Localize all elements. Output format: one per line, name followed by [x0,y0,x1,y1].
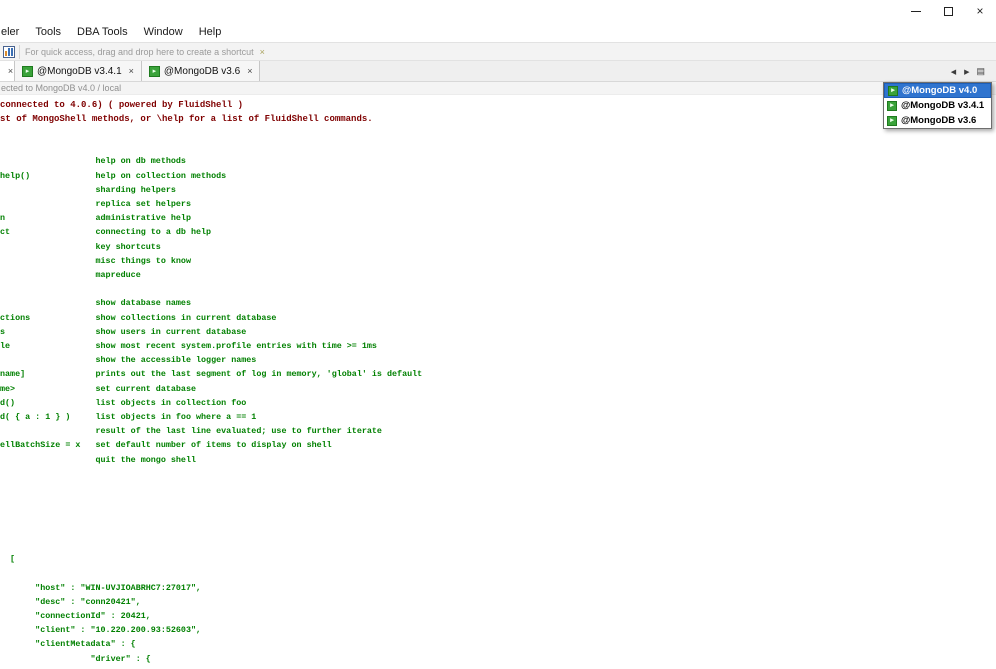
scroll-tabs-left-icon[interactable]: ◀ [947,68,960,76]
shell-banner: connected to 4.0.6) ( powered by FluidSh… [0,100,373,124]
scroll-tabs-right-icon[interactable]: ▶ [960,68,973,76]
shortcut-toolbar: For quick access, drag and drop here to … [0,42,996,61]
tab-close-icon[interactable]: × [247,66,252,76]
tab-list-icon[interactable]: ▤ [973,66,988,77]
dropdown-item-mongodb-v40[interactable]: ▸ @MongoDB v4.0 [884,83,991,98]
tab-selector-dropdown: ▸ @MongoDB v4.0 ▸ @MongoDB v3.4.1 ▸ @Mon… [883,82,992,129]
close-icon: × [976,4,984,18]
shell-output: help on db methods help() help on collec… [0,156,423,668]
app-chart-icon [3,45,15,58]
active-tab-close-icon[interactable]: × [8,66,13,76]
tab-label: @MongoDB v3.4.1 [37,65,122,77]
mongodb-icon: ▸ [887,100,897,111]
toolbar-separator [19,44,20,59]
shell-content[interactable]: ected to MongoDB v4.0 / local connected … [0,82,996,668]
menu-item-window[interactable]: Window [136,22,191,42]
restore-button[interactable] [932,1,964,21]
titlebar: × [0,0,996,22]
tabbar: × ▸ @MongoDB v3.4.1 × ▸ @MongoDB v3.6 × … [0,61,996,82]
tab-mongodb-v341[interactable]: ▸ @MongoDB v3.4.1 × [15,61,142,81]
menu-item-dba-tools[interactable]: DBA Tools [69,22,136,42]
menu-item-modeler-partial[interactable]: eler [0,22,27,42]
minimize-icon [911,10,921,12]
dropdown-item-mongodb-v341[interactable]: ▸ @MongoDB v3.4.1 [884,98,991,113]
restore-icon [943,6,953,16]
close-button[interactable]: × [964,1,996,21]
dropdown-item-label: @MongoDB v3.4.1 [901,100,985,111]
connection-status-line: ected to MongoDB v4.0 / local [0,82,996,95]
dropdown-item-label: @MongoDB v4.0 [902,85,978,96]
mongodb-icon: ▸ [148,65,160,77]
menu-item-help[interactable]: Help [191,22,230,42]
dropdown-item-label: @MongoDB v3.6 [901,115,977,126]
tab-close-icon[interactable]: × [129,66,134,76]
tab-nav-cluster: ◀ ▶ ▤ [947,61,996,82]
minimize-button[interactable] [900,1,932,21]
menubar: eler Tools DBA Tools Window Help [0,22,996,42]
toolbar-close-icon[interactable]: × [260,47,265,57]
tab-label: @MongoDB v3.6 [163,65,241,77]
menu-item-tools[interactable]: Tools [27,22,69,42]
active-tab-partial[interactable]: × [0,61,15,81]
dropdown-item-mongodb-v36[interactable]: ▸ @MongoDB v3.6 [884,113,991,128]
mongodb-icon: ▸ [887,115,897,126]
mongodb-icon: ▸ [888,85,898,96]
tab-mongodb-v36[interactable]: ▸ @MongoDB v3.6 × [141,61,261,81]
app-window: × eler Tools DBA Tools Window Help For q… [0,0,996,669]
mongodb-icon: ▸ [22,65,33,77]
shortcut-hint-text: For quick access, drag and drop here to … [25,46,254,57]
